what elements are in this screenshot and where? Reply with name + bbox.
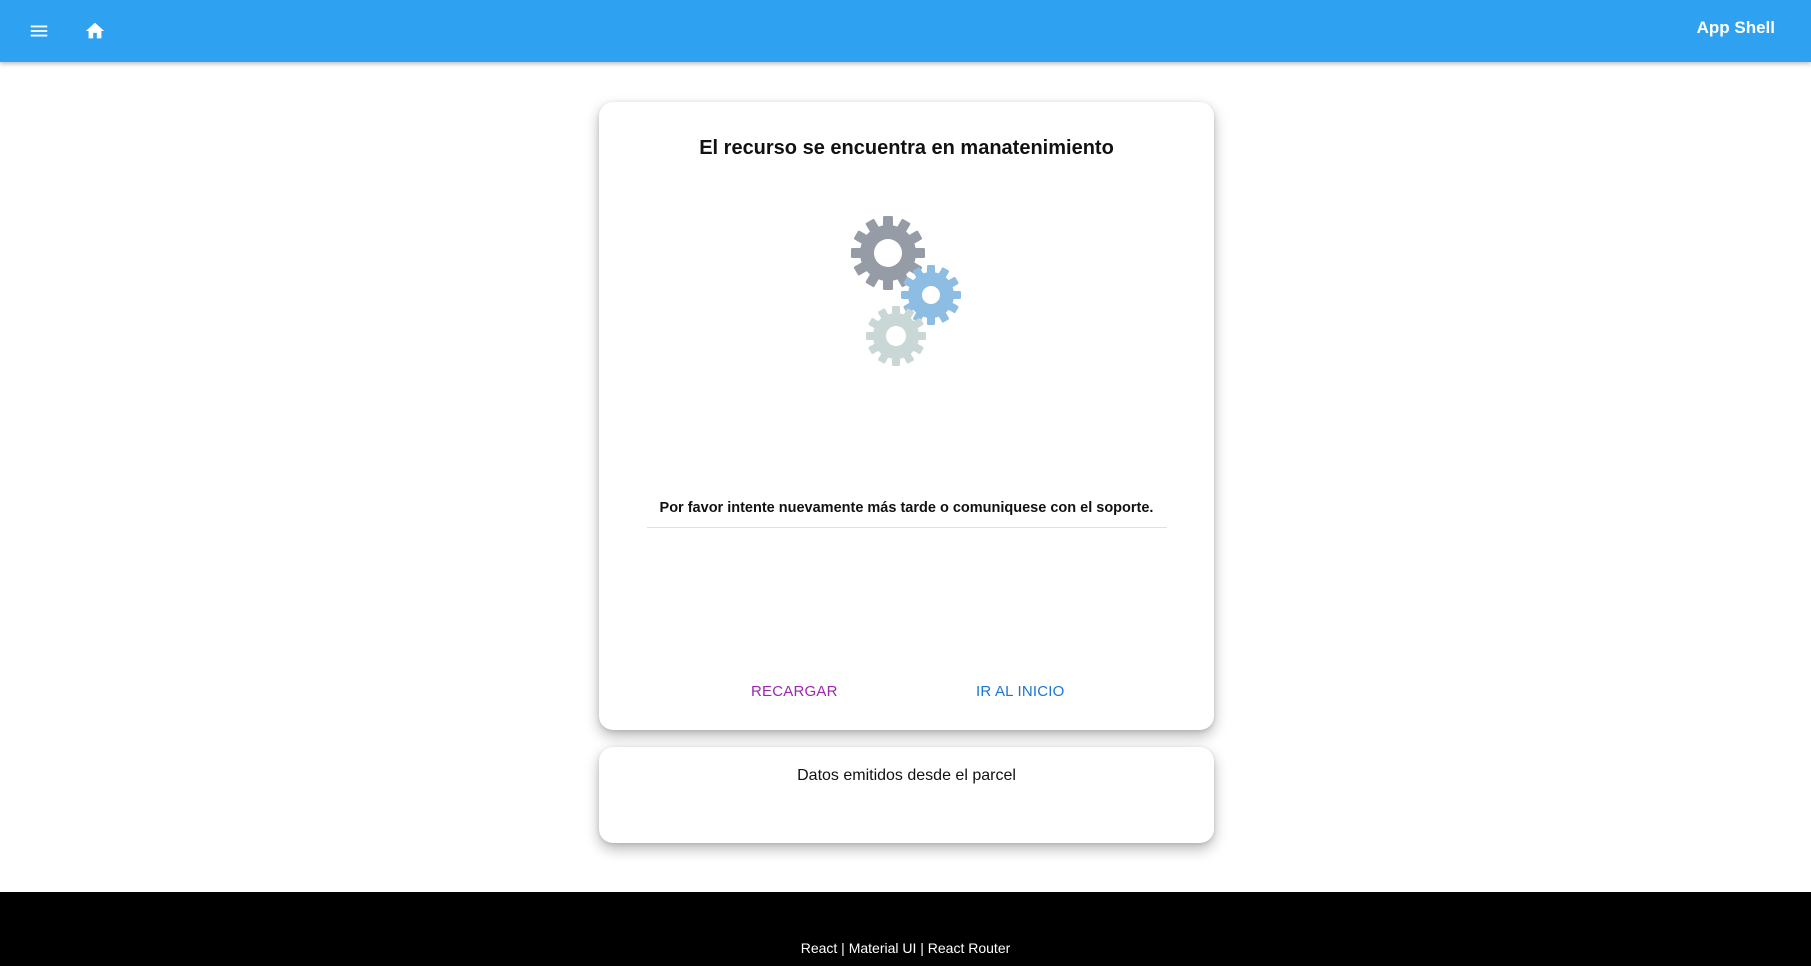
divider (647, 527, 1167, 528)
maintenance-message: Por favor intente nuevamente más tarde o… (659, 500, 1154, 516)
gears-icon (849, 214, 979, 374)
menu-button[interactable] (21, 13, 57, 49)
reload-button[interactable]: RECARGAR (741, 677, 848, 706)
maintenance-card: El recurso se encuentra en manatenimient… (599, 102, 1214, 730)
menu-icon (30, 25, 48, 37)
gear-large-icon (851, 216, 925, 290)
home-icon (85, 22, 105, 39)
go-home-button[interactable]: IR AL INICIO (966, 677, 1075, 706)
parcel-card: Datos emitidos desde el parcel (599, 747, 1214, 843)
footer: React | Material UI | React Router (0, 892, 1811, 966)
footer-text: React | Material UI | React Router (800, 940, 1011, 956)
app-title: App Shell (1696, 18, 1775, 37)
maintenance-title: El recurso se encuentra en manatenimient… (699, 137, 1114, 159)
app-bar: App Shell (0, 0, 1811, 62)
parcel-text: Datos emitidos desde el parcel (797, 767, 1016, 784)
home-button[interactable] (77, 13, 113, 49)
